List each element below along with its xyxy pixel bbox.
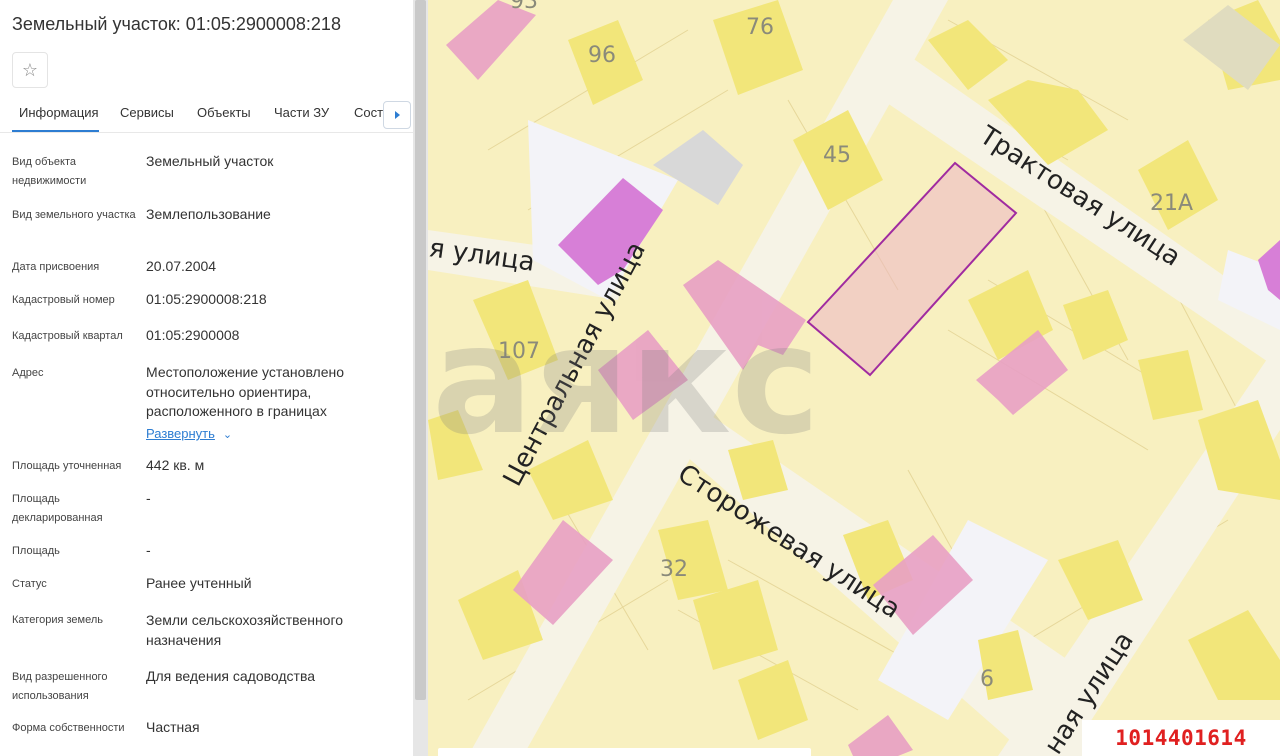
- field-label-parcel-type: Вид земельного участка: [12, 209, 136, 221]
- field-value-ownership: Частная: [146, 719, 200, 735]
- field-label-permitted-use: Вид разрешенного использования: [12, 671, 108, 702]
- panel-scrollbar[interactable]: [413, 0, 428, 756]
- page-title: Земельный участок: 01:05:2900008:218: [12, 14, 341, 34]
- tab-services[interactable]: Сервисы: [120, 105, 174, 120]
- field-value-permitted-use: Для ведения садоводства: [146, 668, 316, 684]
- chevron-right-icon: [394, 111, 400, 119]
- chevron-down-icon[interactable]: ⌄: [223, 429, 232, 441]
- field-value-assign-date: 20.07.2004: [146, 258, 217, 274]
- field-label-cadastral-quarter: Кадастровый квартал: [12, 330, 123, 342]
- field-label-object-type: Вид объекта недвижимости: [12, 156, 87, 187]
- field-label-ownership: Форма собственности: [12, 722, 125, 734]
- field-label-area: Площадь: [12, 545, 60, 557]
- field-value-cadastral-number: 01:05:2900008:218: [146, 291, 267, 307]
- house-number: 6: [980, 667, 994, 692]
- scroll-thumb[interactable]: [415, 0, 426, 700]
- field-value-object-type: Земельный участок: [146, 153, 274, 169]
- address-expand: Развернуть ⌄: [146, 424, 391, 446]
- tab-bar: Информация Сервисы Объекты Части ЗУ Сост…: [0, 98, 413, 133]
- field-label-land-category: Категория земель: [12, 614, 103, 626]
- star-icon: ☆: [21, 59, 39, 80]
- house-number: 32: [660, 557, 688, 582]
- house-number: 21А: [1150, 191, 1193, 216]
- field-label-area-refined: Площадь уточненная: [12, 460, 122, 472]
- field-value-area-declared: -: [146, 490, 151, 506]
- watermark-logo: аякс: [432, 294, 820, 468]
- tab-objects[interactable]: Объекты: [197, 105, 251, 120]
- field-value-parcel-type: Землепользование: [146, 206, 271, 222]
- active-tab-indicator: [12, 130, 99, 132]
- info-panel: Земельный участок: 01:05:2900008:218 ☆ И…: [0, 0, 413, 756]
- field-value-status: Ранее учтенный: [146, 575, 252, 591]
- house-number: 93: [510, 0, 538, 14]
- field-label-area-declared: Площадь декларированная: [12, 493, 103, 524]
- field-label-status: Статус: [12, 578, 47, 590]
- field-value-cadastral-quarter: 01:05:2900008: [146, 327, 240, 343]
- tabs-next-button[interactable]: [383, 101, 411, 129]
- field-value-land-category: Земли сельскохозяйственного назначения: [146, 612, 344, 648]
- field-value-address: Местоположение установлено относительно …: [146, 364, 345, 419]
- favorite-button[interactable]: ☆: [12, 52, 48, 88]
- field-label-cadastral-number: Кадастровый номер: [12, 294, 115, 306]
- house-number: 96: [588, 43, 616, 68]
- listing-id-badge: 1014401614: [1082, 720, 1280, 756]
- house-number: 76: [746, 15, 774, 40]
- tab-parts[interactable]: Части ЗУ: [274, 105, 329, 120]
- tab-info[interactable]: Информация: [19, 105, 99, 120]
- map-bottom-strip: [438, 748, 811, 756]
- house-number: 45: [823, 143, 851, 168]
- expand-link[interactable]: Развернуть: [146, 426, 215, 441]
- field-value-area: -: [146, 542, 151, 558]
- field-label-assign-date: Дата присвоения: [12, 261, 100, 273]
- cadastral-map[interactable]: 76 96 45 21А 107 32 6 93 Центральная ули…: [428, 0, 1280, 756]
- field-value-area-refined: 442 кв. м: [146, 457, 205, 473]
- field-label-address: Адрес: [12, 367, 44, 379]
